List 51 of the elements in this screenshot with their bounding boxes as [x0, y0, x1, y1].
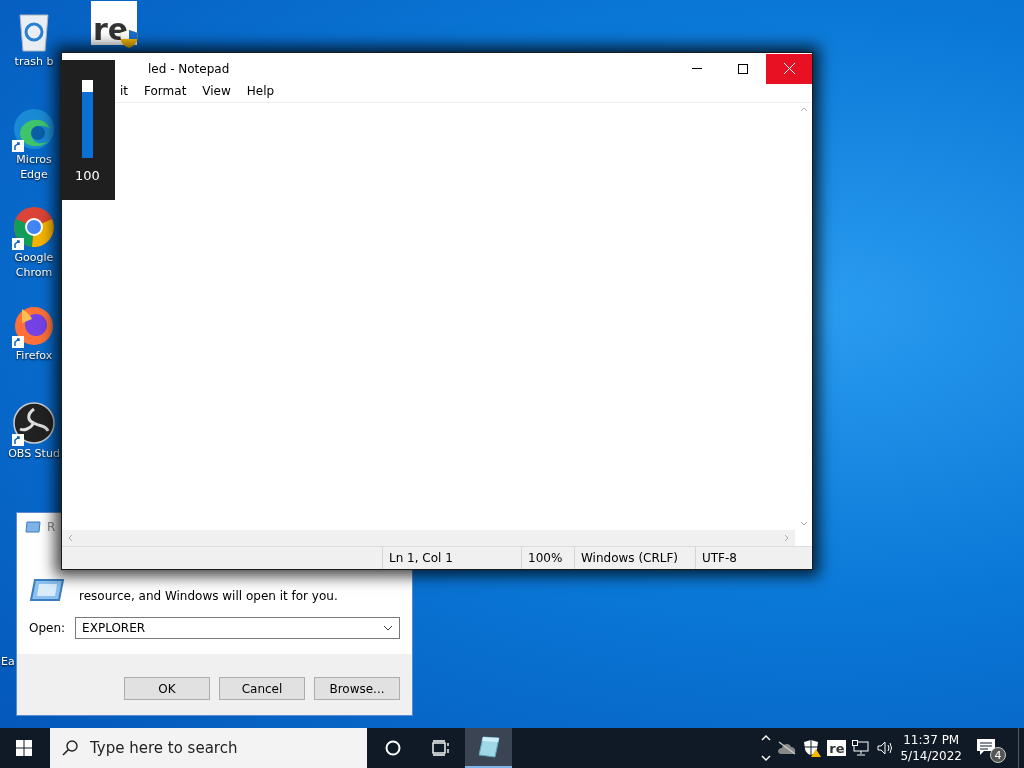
close-button[interactable]: [766, 53, 812, 84]
desktop-icon-label: Google: [14, 250, 54, 265]
menu-item[interactable]: View: [194, 84, 239, 102]
window-title: R: [47, 520, 56, 534]
desktop-icon-label: Edge: [19, 167, 49, 182]
status-bar-field: Windows (CRLF): [574, 547, 695, 569]
status-bar-field: Ln 1, Col 1: [382, 547, 521, 569]
desktop-icon-label: trash b: [14, 54, 54, 69]
chrome-browser-icon[interactable]: [12, 205, 56, 249]
desktop-icon-label: Ea: [1, 654, 15, 669]
menu-item[interactable]: it: [112, 84, 137, 102]
desktop-icon-label: Chrom: [14, 265, 54, 280]
dialog-button[interactable]: OK: [124, 677, 210, 700]
description-text: resource, and Windows will open it for you.: [79, 589, 338, 603]
volume-slider-thumb[interactable]: [82, 80, 93, 92]
open-combo-box[interactable]: EXPLORER: [75, 617, 400, 639]
menu-item[interactable]: Help: [238, 84, 283, 102]
taskbar-app-button[interactable]: [465, 728, 512, 768]
close-icon: [783, 63, 795, 74]
dialog-button[interactable]: Browse...: [314, 677, 400, 700]
dialog-button[interactable]: Cancel: [219, 677, 305, 700]
network-icon[interactable]: [852, 740, 871, 756]
search-field[interactable]: Type here to search: [50, 728, 367, 768]
open-label: Open:: [29, 621, 66, 635]
status-bar-field: 100%: [521, 547, 574, 569]
status-bar-field: UTF-8: [695, 547, 798, 569]
window-title: led - Notepad: [147, 61, 231, 76]
volume-reading: 100: [75, 168, 100, 183]
chevron-up-down-icon[interactable]: [761, 733, 772, 763]
clock[interactable]: 11:37 PM 5/14/2022: [900, 732, 962, 764]
circle-icon: [385, 740, 401, 756]
task-view-icon: [432, 740, 450, 756]
search-icon: [62, 740, 78, 756]
run-app-icon: [29, 578, 65, 602]
desktop-icon-label: OBS Stud: [8, 446, 60, 461]
tray-app-logo-icon[interactable]: re: [827, 740, 847, 756]
menu-item[interactable]: Format: [136, 84, 195, 102]
minimize-icon: [692, 68, 702, 69]
desktop-icon-label: Firefox: [15, 348, 53, 363]
edge-browser-icon[interactable]: [12, 107, 56, 151]
cloud-off-icon[interactable]: [777, 741, 798, 755]
notification-count-badge: 4: [990, 747, 1006, 763]
run-app-icon: [25, 521, 41, 533]
shield-warning-icon[interactable]: [803, 739, 822, 757]
action-center-button[interactable]: 4: [974, 733, 1004, 763]
speaker-icon[interactable]: [876, 740, 895, 756]
obs-studio-icon[interactable]: [12, 401, 56, 445]
maximize-icon: [738, 63, 748, 74]
windows-logo-icon: [16, 740, 32, 756]
notepad-icon: [476, 735, 501, 759]
desktop-icon-label: Micros: [16, 152, 52, 167]
